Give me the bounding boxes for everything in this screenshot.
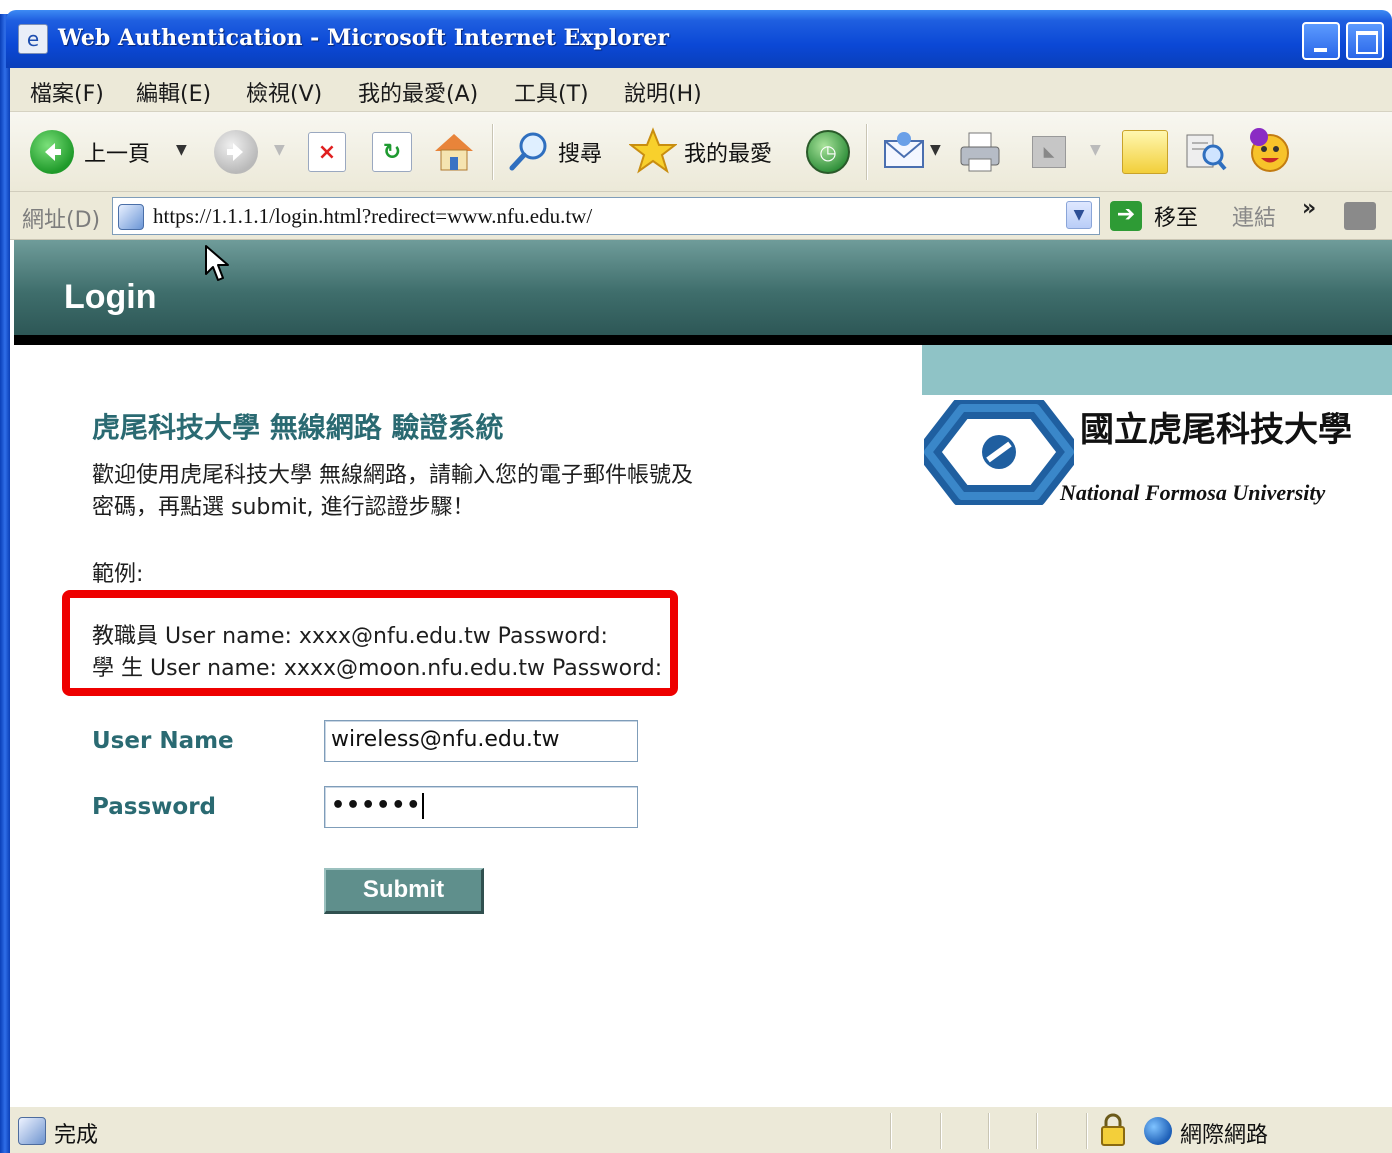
forward-arrow-icon[interactable] (214, 130, 258, 174)
print-icon[interactable] (954, 128, 1006, 176)
search-button-label[interactable]: 搜尋 (558, 136, 602, 168)
menu-favorites[interactable]: 我的最愛(A) (358, 76, 478, 108)
password-value: •••••• (331, 793, 422, 818)
address-label: 網址(D) (22, 208, 101, 233)
page-icon (118, 204, 144, 230)
links-chevron-icon[interactable]: » (1302, 196, 1316, 221)
username-input[interactable]: wireless@nfu.edu.tw (324, 720, 638, 762)
minimize-button[interactable] (1302, 22, 1340, 60)
mail-icon[interactable] (880, 128, 928, 174)
go-arrow-icon[interactable]: ➔ (1110, 201, 1142, 231)
mail-dropdown-icon[interactable]: ▼ (930, 142, 941, 158)
menu-edit[interactable]: 編輯(E) (136, 76, 211, 108)
university-name-english: National Formosa University (1060, 480, 1326, 505)
toolbar: 上一頁 ▼ ▼ × ↻ 搜尋 我的最愛 ◷ ▼ ◣ ▼ (10, 112, 1392, 192)
page-heading: 虎尾科技大學 無線網路 驗證系統 (92, 411, 504, 444)
discuss-note-icon[interactable] (1122, 130, 1168, 174)
submit-button[interactable]: Submit (324, 868, 484, 914)
security-zone-text: 網際網路 (1180, 1123, 1269, 1148)
status-separator (988, 1113, 990, 1149)
text-caret (422, 793, 425, 819)
menu-file[interactable]: 檔案(F) (30, 76, 104, 108)
username-label: User Name (92, 728, 234, 754)
password-input[interactable]: •••••• (324, 786, 638, 828)
history-icon[interactable]: ◷ (806, 130, 850, 174)
links-label[interactable]: 連結 (1232, 200, 1276, 232)
address-url[interactable]: https://1.1.1.1/login.html?redirect=www.… (153, 204, 592, 229)
go-button-label[interactable]: 移至 (1154, 200, 1198, 232)
stop-icon[interactable]: × (308, 132, 346, 172)
maximize-button[interactable] (1346, 22, 1384, 60)
menu-view[interactable]: 檢視(V) (246, 76, 322, 108)
password-label: Password (92, 794, 216, 820)
mouse-cursor-icon (205, 245, 229, 281)
back-button-label[interactable]: 上一頁 (84, 136, 150, 168)
title-bar[interactable]: e Web Authentication - Microsoft Interne… (6, 10, 1392, 68)
window-left-frame (0, 14, 10, 1153)
back-dropdown-icon[interactable]: ▼ (176, 142, 187, 158)
window-title: Web Authentication - Microsoft Internet … (58, 25, 670, 51)
teal-decor-box (922, 345, 1392, 395)
edit-icon[interactable]: ◣ (1032, 136, 1066, 168)
login-title: Login (64, 278, 157, 316)
search-icon[interactable] (506, 128, 552, 174)
edit-dropdown-icon[interactable]: ▼ (1090, 142, 1101, 158)
page-done-icon (18, 1117, 46, 1145)
address-dropdown-icon[interactable]: ▼ (1066, 201, 1092, 229)
example-staff: 教職員 User name: xxxx@nfu.edu.tw Password: (92, 624, 608, 649)
toolbar-separator (866, 124, 868, 180)
forward-dropdown-icon[interactable]: ▼ (274, 142, 285, 158)
status-separator (940, 1113, 942, 1149)
example-student: 學 生 User name: xxxx@moon.nfu.edu.tw Pass… (92, 656, 663, 681)
browser-window: e Web Authentication - Microsoft Interne… (0, 0, 1392, 1153)
internet-zone-globe-icon (1144, 1117, 1172, 1145)
intro-line-2: 密碼，再點選 submit, 進行認證步驟！ (92, 495, 475, 520)
example-label: 範例: (92, 562, 144, 587)
status-separator (1086, 1113, 1088, 1149)
toolbar-separator (492, 124, 494, 180)
status-text: 完成 (54, 1123, 99, 1148)
toolbar-extension-icon[interactable] (1344, 202, 1376, 230)
menu-help[interactable]: 說明(H) (624, 76, 702, 108)
menu-tools[interactable]: 工具(T) (514, 76, 589, 108)
home-icon[interactable] (430, 128, 478, 174)
intro-line-1: 歡迎使用虎尾科技大學 無線網路，請輸入您的電子郵件帳號及 (92, 463, 693, 488)
refresh-icon[interactable]: ↻ (372, 132, 412, 172)
header-divider (14, 335, 1392, 345)
status-separator (1036, 1113, 1038, 1149)
menu-bar: 檔案(F) 編輯(E) 檢視(V) 我的最愛(A) 工具(T) 說明(H) (10, 68, 1392, 112)
university-name-chinese: 國立虎尾科技大學 (1080, 410, 1352, 450)
username-value: wireless@nfu.edu.tw (331, 727, 560, 752)
status-bar: 完成 網際網路 (10, 1106, 1392, 1153)
intro-text: 歡迎使用虎尾科技大學 無線網路，請輸入您的電子郵件帳號及 密碼，再點選 subm… (92, 460, 693, 524)
status-separator (890, 1113, 892, 1149)
back-arrow-icon[interactable] (30, 130, 74, 174)
ie-page-icon: e (18, 24, 48, 54)
messenger-icon[interactable] (1244, 126, 1296, 176)
research-icon[interactable] (1182, 128, 1230, 174)
page-content: Login 國立虎尾科技大學 National Formosa Universi… (14, 240, 1392, 1106)
address-bar: 網址(D) https://1.1.1.1/login.html?redirec… (10, 192, 1392, 240)
university-logo-icon (917, 397, 1081, 507)
favorites-star-icon[interactable] (628, 126, 678, 176)
address-input[interactable]: https://1.1.1.1/login.html?redirect=www.… (112, 197, 1100, 235)
lock-icon[interactable] (1100, 1113, 1126, 1147)
favorites-button-label[interactable]: 我的最愛 (684, 136, 772, 168)
